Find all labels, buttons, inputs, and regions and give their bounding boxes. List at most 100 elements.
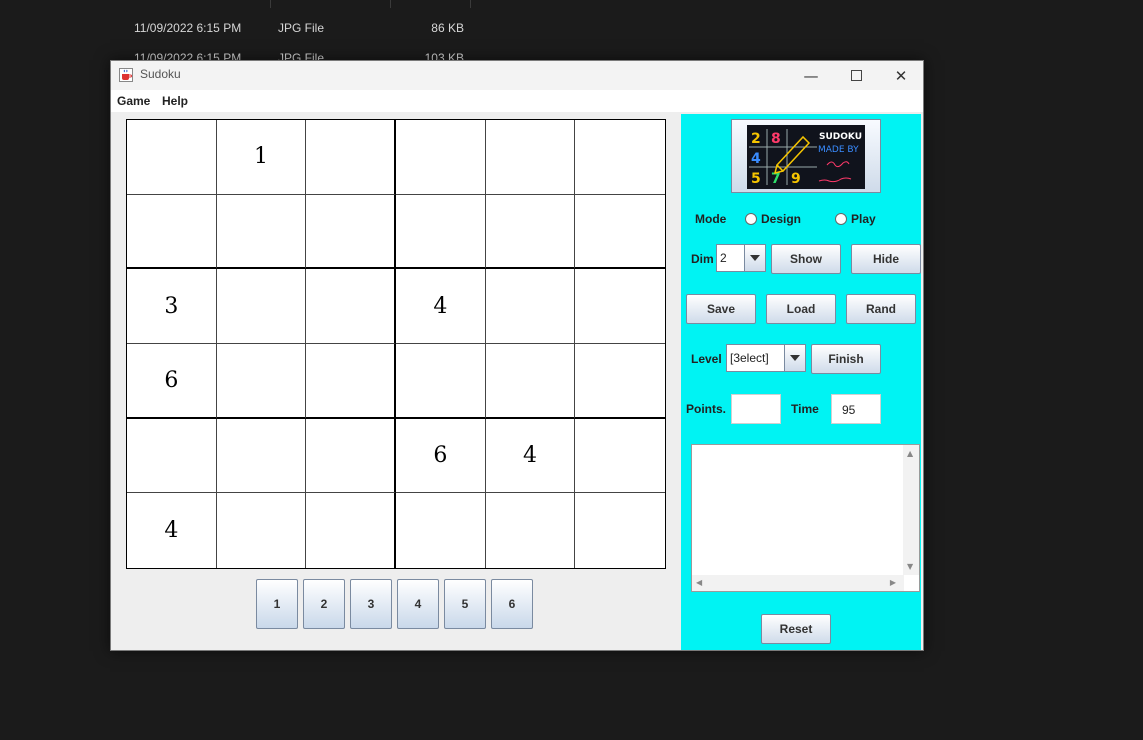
board-cell[interactable] [306, 343, 396, 419]
mode-play-label[interactable]: Play [851, 212, 876, 226]
board-cell[interactable] [306, 493, 396, 568]
reset-button[interactable]: Reset [761, 614, 831, 644]
board-cell[interactable] [575, 418, 665, 494]
board-cell[interactable] [395, 120, 486, 195]
mode-play-radio[interactable] [835, 213, 847, 225]
level-select[interactable]: [3elect] [726, 344, 806, 372]
board-cell[interactable] [575, 493, 665, 568]
board-cell[interactable] [306, 120, 396, 195]
board-cell[interactable] [127, 418, 217, 494]
board-cell[interactable] [306, 194, 396, 270]
board-cell[interactable] [127, 194, 217, 270]
board-cell[interactable] [395, 194, 486, 270]
menu-bar: Game Help [111, 90, 923, 112]
points-field[interactable] [731, 394, 781, 424]
maximize-icon [850, 70, 862, 81]
menu-game[interactable]: Game [117, 94, 150, 108]
title-bar[interactable]: Sudoku — ✕ [111, 61, 923, 90]
number-button-4[interactable]: 4 [397, 579, 439, 629]
board-cell[interactable]: 4 [485, 418, 576, 494]
logo-digit: 5 [751, 171, 761, 187]
mode-design-label[interactable]: Design [761, 212, 801, 226]
board-cell[interactable] [485, 269, 576, 344]
maximize-button[interactable] [833, 61, 879, 90]
chevron-down-icon[interactable] [744, 245, 765, 271]
rand-button[interactable]: Rand [846, 294, 916, 324]
close-button[interactable]: ✕ [878, 61, 923, 90]
explorer-column-divider [390, 0, 391, 8]
explorer-column-divider [270, 0, 271, 8]
explorer-file-row[interactable]: 11/09/2022 6:15 PM JPG File 86 KB [0, 18, 480, 38]
points-label: Points. [686, 402, 727, 416]
board-cell[interactable] [485, 194, 576, 270]
dim-select[interactable]: 2 [716, 244, 766, 272]
board-cell[interactable] [485, 120, 576, 195]
board-cell[interactable] [306, 269, 396, 344]
load-button[interactable]: Load [766, 294, 836, 324]
message-textarea[interactable]: ▲ ▼ ◀ ▶ [691, 444, 920, 592]
board-cell[interactable] [216, 418, 307, 494]
board-cell[interactable] [306, 418, 396, 494]
java-cup-icon [119, 68, 133, 82]
horizontal-scrollbar[interactable]: ◀ ▶ [692, 575, 904, 591]
hide-button[interactable]: Hide [851, 244, 921, 274]
time-field[interactable]: 95 [831, 394, 881, 424]
board-cell[interactable]: 3 [127, 269, 217, 344]
board-cell[interactable] [485, 343, 576, 419]
number-button-1[interactable]: 1 [256, 579, 298, 629]
scroll-right-icon[interactable]: ▶ [890, 578, 896, 587]
board-cell[interactable] [216, 343, 307, 419]
file-type: JPG File [278, 21, 325, 35]
number-button-3[interactable]: 3 [350, 579, 392, 629]
number-pad: 1 2 3 4 5 6 [256, 579, 533, 629]
dim-select-value: 2 [720, 251, 727, 265]
board-cell[interactable]: 6 [127, 343, 217, 419]
logo-digit: 8 [771, 131, 781, 147]
mode-design-radio[interactable] [745, 213, 757, 225]
mode-label: Mode [695, 212, 727, 226]
level-label: Level [691, 352, 722, 366]
number-button-5[interactable]: 5 [444, 579, 486, 629]
logo-digit: 4 [751, 151, 761, 167]
board-cell[interactable] [127, 120, 217, 195]
board-cell[interactable]: 4 [127, 493, 217, 568]
number-button-2[interactable]: 2 [303, 579, 345, 629]
board-cell[interactable] [575, 120, 665, 195]
board-cell[interactable]: 6 [395, 418, 486, 494]
dim-label: Dim [691, 252, 714, 266]
board-cell[interactable] [395, 343, 486, 419]
time-label: Time [791, 402, 819, 416]
menu-help[interactable]: Help [162, 94, 188, 108]
board-cell[interactable] [216, 493, 307, 568]
board-cell[interactable] [575, 343, 665, 419]
logo-digit: 2 [751, 131, 761, 147]
board-cell[interactable]: 4 [395, 269, 486, 344]
board-cell[interactable] [575, 269, 665, 344]
number-button-6[interactable]: 6 [491, 579, 533, 629]
close-icon: ✕ [894, 66, 908, 85]
sudoku-window: Sudoku — ✕ Game Help 1346644 1 2 3 4 5 6 [110, 60, 924, 651]
scroll-down-icon[interactable]: ▼ [907, 562, 913, 571]
board-cell[interactable] [216, 194, 307, 270]
control-panel: 2 8 4 5 7 9 SUDOKU MADE BY Mode Design P… [681, 114, 921, 650]
chevron-down-icon[interactable] [784, 345, 805, 371]
sudoku-board: 1346644 [126, 119, 666, 569]
scroll-left-icon[interactable]: ◀ [696, 578, 702, 587]
board-cell[interactable] [216, 269, 307, 344]
board-cell[interactable] [575, 194, 665, 270]
board-cell[interactable] [485, 493, 576, 568]
save-button[interactable]: Save [686, 294, 756, 324]
minimize-icon: — [803, 66, 819, 85]
logo-subtitle: MADE BY [818, 145, 859, 155]
show-button[interactable]: Show [771, 244, 841, 274]
scroll-up-icon[interactable]: ▲ [907, 449, 913, 458]
board-cell[interactable]: 1 [216, 120, 307, 195]
vertical-scrollbar[interactable]: ▲ ▼ [903, 445, 919, 575]
logo-button[interactable]: 2 8 4 5 7 9 SUDOKU MADE BY [731, 119, 881, 193]
level-select-value: [3elect] [730, 351, 769, 365]
file-size: 86 KB [431, 21, 464, 35]
window-title: Sudoku [140, 67, 181, 81]
minimize-button[interactable]: — [788, 61, 834, 90]
finish-button[interactable]: Finish [811, 344, 881, 374]
board-cell[interactable] [395, 493, 486, 568]
